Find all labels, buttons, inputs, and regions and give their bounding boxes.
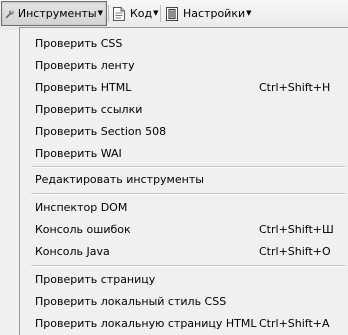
menu-item-label: Проверить страницу (35, 272, 156, 286)
chevron-down-icon: ▼ (153, 8, 159, 17)
menu-item-dom-inspector[interactable]: Инспектор DOM (20, 196, 348, 218)
menu-item-label: Проверить WAI (35, 146, 122, 160)
settings-icon (166, 6, 178, 21)
menu-item-check-local-html[interactable]: Проверить локальную страницу HTML Ctrl+S… (20, 312, 348, 334)
toolbar-separator (160, 5, 161, 22)
menu-item-label: Консоль Java (35, 244, 110, 258)
menu-item-check-wai[interactable]: Проверить WAI (20, 142, 348, 164)
menu-item-shortcut: Ctrl+Shift+Ш (259, 222, 334, 236)
chevron-down-icon: ▼ (246, 8, 252, 17)
menu-item-label: Проверить ссылки (35, 102, 143, 116)
wrench-icon (5, 9, 14, 18)
tools-dropdown-menu: Проверить CSS Проверить ленту Проверить … (19, 27, 348, 335)
menu-item-java-console[interactable]: Консоль Java Ctrl+Shift+O (20, 240, 348, 262)
menu-item-label: Проверить ленту (35, 58, 135, 72)
code-document-icon (113, 6, 125, 21)
menu-item-check-html[interactable]: Проверить HTML Ctrl+Shift+H (20, 76, 348, 98)
tools-menu-button[interactable]: Инструменты ▼ (1, 1, 107, 26)
toolbar: Инструменты ▼ Код ▼ Настройки ▼ (0, 0, 348, 30)
menu-separator (31, 193, 345, 195)
menu-item-check-section-508[interactable]: Проверить Section 508 (20, 120, 348, 142)
code-menu-button[interactable]: Код ▼ (109, 1, 162, 26)
chevron-down-icon: ▼ (97, 8, 103, 17)
menu-item-check-css[interactable]: Проверить CSS (20, 32, 348, 54)
menu-item-label: Редактировать инструменты (35, 172, 204, 186)
menu-item-label: Инспектор DOM (35, 200, 128, 214)
menu-item-error-console[interactable]: Консоль ошибок Ctrl+Shift+Ш (20, 218, 348, 240)
menu-separator (31, 265, 345, 267)
menu-item-label: Проверить HTML (35, 80, 132, 94)
settings-menu-label: Настройки (183, 7, 246, 20)
menu-item-label: Проверить Section 508 (35, 124, 167, 138)
menu-item-edit-tools[interactable]: Редактировать инструменты (20, 168, 348, 190)
menu-item-shortcut: Ctrl+Shift+A (259, 316, 330, 330)
menu-item-label: Проверить локальный стиль CSS (35, 294, 227, 308)
menu-item-label: Консоль ошибок (35, 222, 131, 236)
menu-item-check-page[interactable]: Проверить страницу (20, 268, 348, 290)
menu-item-check-local-css[interactable]: Проверить локальный стиль CSS (20, 290, 348, 312)
menu-item-label: Проверить локальную страницу HTML (35, 316, 257, 330)
code-menu-label: Код (130, 7, 153, 20)
menu-item-check-links[interactable]: Проверить ссылки (20, 98, 348, 120)
menu-item-label: Проверить CSS (35, 36, 123, 50)
menu-item-check-feed[interactable]: Проверить ленту (20, 54, 348, 76)
settings-menu-button[interactable]: Настройки ▼ (162, 1, 255, 26)
menu-item-shortcut: Ctrl+Shift+O (259, 244, 331, 258)
menu-item-shortcut: Ctrl+Shift+H (259, 80, 331, 94)
tools-menu-label: Инструменты (17, 7, 97, 20)
